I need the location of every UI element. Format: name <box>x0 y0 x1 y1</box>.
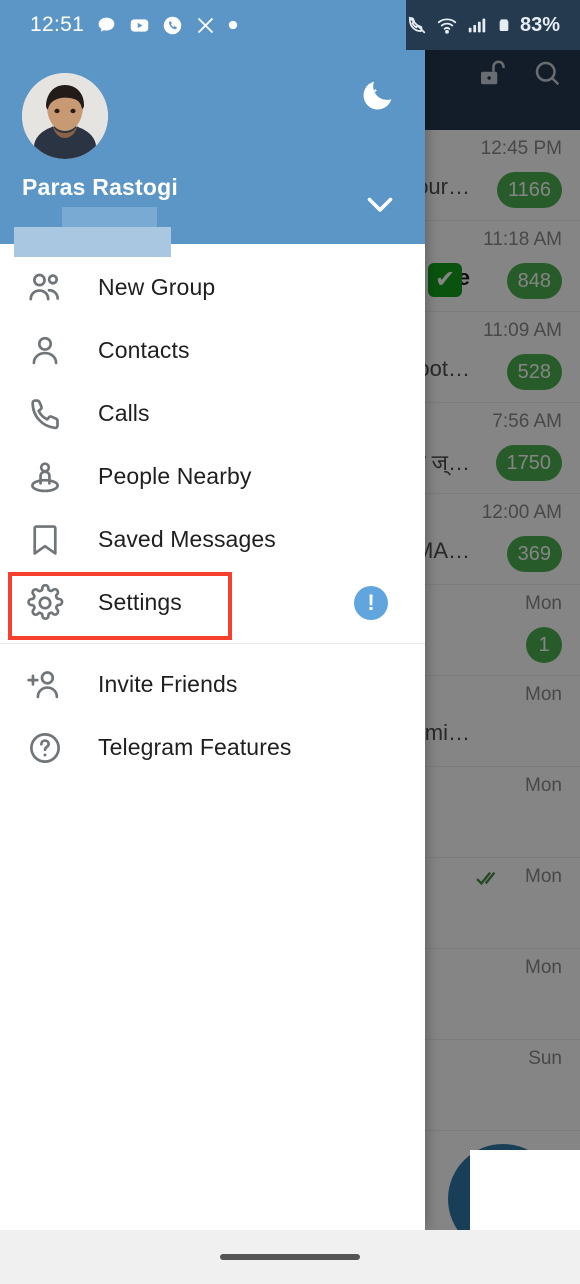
profile-name: Paras Rastogi <box>22 174 178 200</box>
bookmark-icon <box>33 524 57 555</box>
gear-icon <box>27 583 64 620</box>
status-bar-left: 12:51 <box>0 0 406 50</box>
sidebar-item-people-nearby[interactable]: People Nearby <box>0 445 425 508</box>
youtube-icon <box>129 15 150 36</box>
sidebar-item-settings[interactable]: Settings! <box>0 571 425 634</box>
add-person-icon <box>27 670 59 698</box>
person-icon <box>32 336 58 364</box>
sidebar-item-telegram-features[interactable]: Telegram Features <box>0 716 425 779</box>
user-avatar-photo <box>22 73 108 159</box>
people-group-icon <box>29 273 60 300</box>
sidebar-item-label: New Group <box>98 274 216 300</box>
status-bar-right: 83% <box>405 0 580 50</box>
status-badge: ! <box>354 585 388 620</box>
menu-divider <box>0 643 425 644</box>
sidebar-item-new-group[interactable]: New Group <box>0 256 425 319</box>
drawer-menu: New Group Contacts Calls People Nearby Saved… <box>0 244 425 779</box>
sidebar-item-saved-messages[interactable]: Saved Messages <box>0 508 425 571</box>
redaction-overlay <box>470 1150 580 1230</box>
navigation-drawer: Paras Rastogi New Group Contacts Calls Peop… <box>0 0 425 1230</box>
x-twitter-icon <box>195 15 216 36</box>
battery-icon <box>496 13 512 37</box>
sidebar-item-label: Calls <box>98 400 150 426</box>
moon-icon[interactable] <box>358 75 398 115</box>
sidebar-item-label: Invite Friends <box>98 671 238 697</box>
sidebar-item-label: Settings <box>98 589 182 615</box>
phone-number-redaction-lower <box>14 227 171 257</box>
status-bar: 12:51 83% <box>0 0 580 50</box>
sidebar-item-calls[interactable]: Calls <box>0 382 425 445</box>
people-nearby-icon <box>30 461 60 492</box>
phone-icon <box>31 398 59 429</box>
sidebar-item-label: Contacts <box>98 337 190 363</box>
sidebar-item-contacts[interactable]: Contacts <box>0 319 425 382</box>
chat-bubble-icon <box>96 15 117 36</box>
chevron-down-icon[interactable] <box>362 186 398 222</box>
battery-percent: 83% <box>519 13 560 36</box>
whatsapp-call-icon <box>162 15 183 36</box>
avatar[interactable] <box>22 73 108 159</box>
sidebar-item-label: Telegram Features <box>98 734 292 760</box>
sidebar-item-label: People Nearby <box>98 463 252 489</box>
call-mute-icon <box>406 14 428 36</box>
dot-icon <box>228 20 238 30</box>
question-circle-icon <box>30 732 60 763</box>
signal-bars-icon <box>466 14 488 36</box>
sidebar-item-label: Saved Messages <box>98 526 276 552</box>
wifi-icon <box>436 14 458 36</box>
sidebar-item-invite-friends[interactable]: Invite Friends <box>0 653 425 716</box>
home-gesture-pill[interactable] <box>220 1254 360 1260</box>
system-navigation-bar <box>0 1230 580 1284</box>
status-time: 12:51 <box>30 13 85 36</box>
